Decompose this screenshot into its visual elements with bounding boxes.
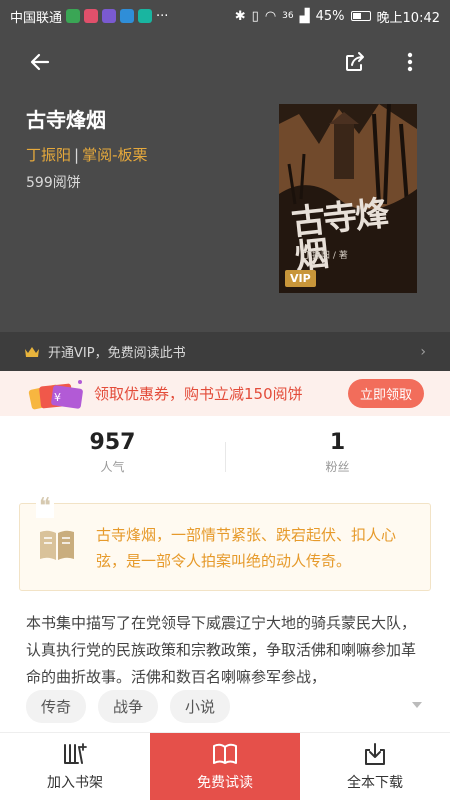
stat-fans[interactable]: 1 粉丝 [225,430,450,488]
chevron-right-icon: › [420,343,426,360]
app-notification-icon [84,9,99,23]
carrier-label: 中国联通 [10,10,63,26]
claim-coupon-button[interactable]: 立即领取 [347,379,424,408]
tag-item[interactable]: 战争 [98,690,159,723]
vibrate-icon: ▯ [251,8,259,24]
book-description[interactable]: 本书集中描写了在党领导下威震辽宁大地的骑兵蒙民大队，认真执行党的民族政策和宗教政… [26,610,426,691]
more-notifications-icon: ··· [156,8,169,24]
book-stats: 957 人气 1 粉丝 [0,430,450,488]
battery-label: 45% [315,8,345,24]
vip-badge: VIP [285,270,316,287]
fans-label: 粉丝 [325,460,350,475]
app-notification-icon [102,9,117,23]
svg-text:¥: ¥ [54,391,61,404]
coupon-ticket-icon: ¥ [28,379,83,409]
battery-icon [350,11,371,21]
free-read-label: 免费试读 [197,774,253,791]
open-book-read-icon [213,743,237,764]
popularity-label: 人气 [100,460,125,475]
author-line: 丁振阳 | 掌阅-板栗 [26,144,148,165]
bookshelf-add-icon [64,742,87,764]
book-cover[interactable]: 古寺烽烟 丁振阳 / 著 VIP [279,104,417,293]
app-notification-icon [66,9,81,23]
vip-banner-text: 开通VIP，免费阅读此书 [48,346,186,361]
top-nav [0,32,450,92]
download-icon [365,742,385,765]
cover-title-text: 古寺烽烟 [289,193,390,278]
stats-divider [225,442,226,472]
signal-label: 36 [282,11,294,21]
more-vertical-icon [407,52,413,72]
back-button[interactable] [22,44,58,80]
book-title: 古寺烽烟 [26,108,106,132]
tag-item[interactable]: 小说 [170,690,231,723]
bluetooth-icon: ✱ [234,8,246,24]
popularity-value: 957 [89,430,136,455]
free-read-button[interactable]: 免费试读 [150,733,300,800]
add-to-shelf-button[interactable]: 加入书架 [0,733,150,800]
fans-value: 1 [329,430,346,455]
more-options-button[interactable] [392,44,428,80]
quote-mark-icon: ❝ [36,496,54,518]
download-all-button[interactable]: 全本下载 [300,733,450,800]
author-separator: | [74,146,80,164]
tag-item[interactable]: 传奇 [26,690,87,723]
coupon-text: 领取优惠券，购书立减150阅饼 [94,385,303,403]
message-icon [120,9,135,23]
stat-popularity: 957 人气 [0,430,225,488]
back-arrow-icon [30,53,50,71]
publisher-link[interactable]: 掌阅-板栗 [82,146,147,164]
open-book-icon [40,530,74,560]
tag-list: 传奇 战争 小说 [26,690,231,723]
share-button[interactable] [337,44,373,80]
quote-text: 古寺烽烟，一部情节紧张、跌宕起伏、扣人心弦，是一部令人拍案叫绝的动人传奇。 [96,526,397,570]
book-header: 古寺烽烟 丁振阳 | 掌阅-板栗 599阅饼 古寺烽烟 丁振阳 / 著 VIP [0,32,450,332]
share-icon [346,52,364,71]
signal-icon: ▟ [299,8,310,24]
vip-crown-icon [25,346,39,357]
add-to-shelf-label: 加入书架 [47,774,103,791]
download-all-label: 全本下载 [347,774,403,791]
book-quote-box: ❝ 古寺烽烟，一部情节紧张、跌宕起伏、扣人心弦，是一部令人拍案叫绝的动人传奇。 [19,496,431,591]
status-bar: 中国联通 ··· ✱ ▯ ◠ 36 ▟ 45% 晚上10:42 [0,0,450,32]
book-price: 599阅饼 [26,175,81,191]
vip-banner[interactable]: 开通VIP，免费阅读此书 › [0,332,450,371]
cover-author-text: 丁振阳 / 著 [303,251,348,261]
app-notification-icon [138,9,153,23]
author-link[interactable]: 丁振阳 [26,146,71,164]
coupon-banner: ¥ 领取优惠券，购书立减150阅饼 立即领取 [0,371,450,416]
expand-description-icon[interactable] [411,700,423,710]
time-label: 晚上10:42 [376,10,440,26]
wifi-icon: ◠ [264,8,277,24]
bottom-action-bar: 加入书架 免费试读 全本下载 [0,732,450,800]
